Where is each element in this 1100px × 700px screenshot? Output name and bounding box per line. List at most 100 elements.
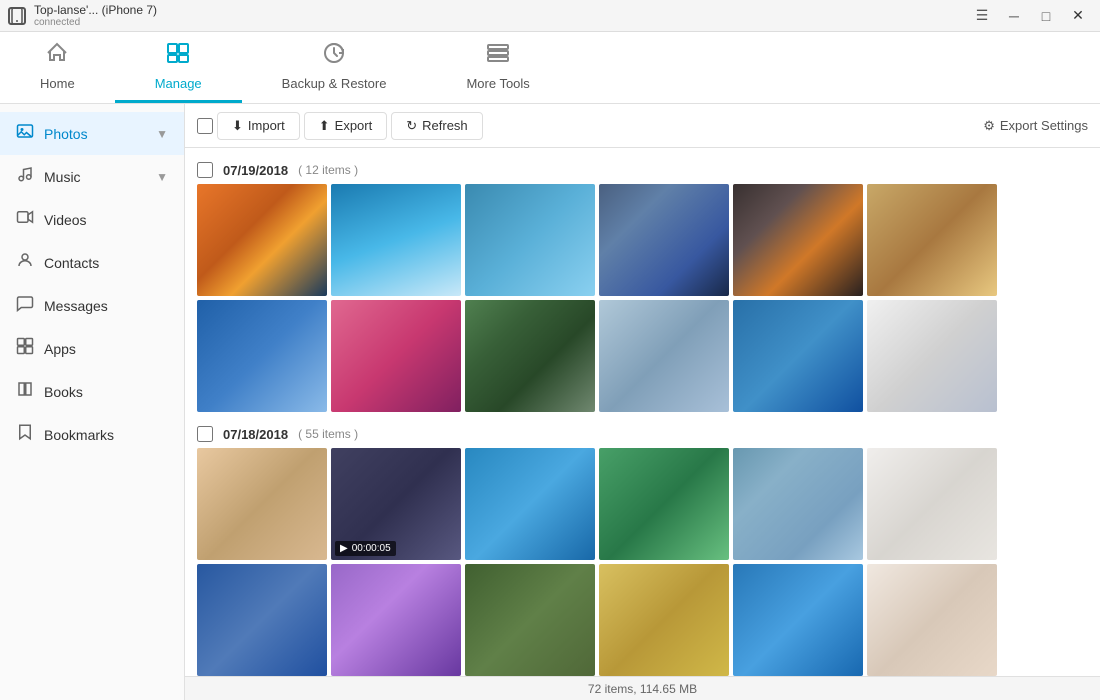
import-button[interactable]: ⬇ Import [217, 112, 300, 140]
photos-arrow-icon: ▼ [156, 127, 168, 141]
sidebar-books-label: Books [44, 384, 83, 400]
sidebar-item-contacts[interactable]: Contacts [0, 241, 184, 284]
toolbar: ⬇ Import ⬆ Export ↻ Refresh ⚙ Export Set… [185, 104, 1100, 148]
date-header-0719: 07/19/2018 ( 12 items ) [185, 156, 1100, 184]
manage-icon [166, 41, 190, 72]
refresh-icon: ↻ [406, 118, 417, 134]
refresh-button[interactable]: ↻ Refresh [391, 112, 482, 140]
date-label-0719: 07/19/2018 [223, 163, 288, 178]
export-settings-button[interactable]: ⚙ Export Settings [983, 118, 1088, 134]
sidebar-item-books[interactable]: Books [0, 370, 184, 413]
bookmarks-icon [16, 423, 34, 446]
close-button[interactable]: ✕ [1064, 5, 1092, 27]
nav-home-label: Home [40, 76, 75, 91]
status-bar: 72 items, 114.65 MB [185, 676, 1100, 700]
device-status: connected [34, 17, 157, 28]
nav-manage[interactable]: Manage [115, 32, 242, 103]
video-play-icon: ▶ [340, 543, 348, 554]
photo-thumb[interactable] [733, 300, 863, 412]
export-button[interactable]: ⬆ Export [304, 112, 387, 140]
photo-thumb[interactable] [197, 300, 327, 412]
export-icon: ⬆ [319, 118, 330, 134]
photo-thumb[interactable] [599, 184, 729, 296]
nav-home[interactable]: Home [0, 32, 115, 103]
main-content: Photos ▼ Music ▼ Videos Contacts [0, 104, 1100, 700]
date-select-checkbox-0719[interactable] [197, 162, 213, 178]
photo-thumb[interactable] [867, 448, 997, 560]
select-all-checkbox[interactable] [197, 118, 213, 134]
sidebar-item-bookmarks[interactable]: Bookmarks [0, 413, 184, 456]
photo-thumb[interactable] [465, 448, 595, 560]
photo-thumb[interactable] [733, 564, 863, 676]
sidebar-contacts-label: Contacts [44, 255, 99, 271]
photo-thumb[interactable] [867, 300, 997, 412]
sidebar-item-music[interactable]: Music ▼ [0, 155, 184, 198]
nav-bar: Home Manage Backup & Restore More Tools [0, 32, 1100, 104]
photo-thumb[interactable] [599, 448, 729, 560]
photo-thumb[interactable] [197, 448, 327, 560]
sidebar-music-label: Music [44, 169, 81, 185]
photo-thumb[interactable] [733, 184, 863, 296]
music-icon [16, 165, 34, 188]
photo-thumb[interactable] [197, 564, 327, 676]
sidebar-item-photos[interactable]: Photos ▼ [0, 112, 184, 155]
photo-grid-0718: ▶ 00:00:05 [185, 448, 1100, 676]
nav-backup-label: Backup & Restore [282, 76, 387, 91]
photo-thumb[interactable] [733, 448, 863, 560]
backup-icon [322, 41, 346, 72]
messages-icon [16, 294, 34, 317]
export-label: Export [335, 118, 373, 133]
nav-backup[interactable]: Backup & Restore [242, 32, 427, 103]
date-count-0718: ( 55 items ) [298, 427, 358, 441]
sidebar-messages-label: Messages [44, 298, 108, 314]
title-bar-controls: ☰ ─ □ ✕ [968, 5, 1092, 27]
status-text: 72 items, 114.65 MB [588, 682, 697, 696]
apps-icon [16, 337, 34, 360]
device-name: Top-lanse'... (iPhone 7) [34, 3, 157, 17]
photo-thumb[interactable] [599, 300, 729, 412]
tools-icon [486, 41, 510, 72]
content-area: ⬇ Import ⬆ Export ↻ Refresh ⚙ Export Set… [185, 104, 1100, 700]
device-info: Top-lanse'... (iPhone 7) connected [34, 3, 157, 28]
date-section-0718: 07/18/2018 ( 55 items ) ▶ 00:00:05 [185, 420, 1100, 676]
export-settings-label: Export Settings [1000, 118, 1088, 133]
date-label-0718: 07/18/2018 [223, 427, 288, 442]
home-icon [45, 41, 69, 72]
sidebar-item-apps[interactable]: Apps [0, 327, 184, 370]
photo-thumb[interactable] [465, 184, 595, 296]
sidebar-item-videos[interactable]: Videos [0, 198, 184, 241]
photo-area: 07/19/2018 ( 12 items ) [185, 148, 1100, 676]
photo-thumb[interactable] [867, 564, 997, 676]
photo-thumb[interactable] [465, 300, 595, 412]
photo-thumb[interactable] [331, 184, 461, 296]
photo-thumb[interactable] [465, 564, 595, 676]
date-count-0719: ( 12 items ) [298, 163, 358, 177]
photos-icon [16, 122, 34, 145]
sidebar-bookmarks-label: Bookmarks [44, 427, 114, 443]
photo-thumb[interactable] [197, 184, 327, 296]
video-duration-badge: ▶ 00:00:05 [335, 541, 396, 556]
settings-gear-icon: ⚙ [983, 118, 995, 134]
photo-thumb[interactable]: ▶ 00:00:05 [331, 448, 461, 560]
music-arrow-icon: ▼ [156, 170, 168, 184]
nav-tools[interactable]: More Tools [426, 32, 569, 103]
contacts-icon [16, 251, 34, 274]
photo-thumb[interactable] [331, 300, 461, 412]
photo-thumb[interactable] [867, 184, 997, 296]
import-icon: ⬇ [232, 118, 243, 134]
date-select-checkbox-0718[interactable] [197, 426, 213, 442]
menu-button[interactable]: ☰ [968, 5, 996, 27]
sidebar: Photos ▼ Music ▼ Videos Contacts [0, 104, 185, 700]
title-bar-left: Top-lanse'... (iPhone 7) connected [8, 3, 157, 28]
books-icon [16, 380, 34, 403]
maximize-button[interactable]: □ [1032, 5, 1060, 27]
device-icon [8, 7, 26, 25]
minimize-button[interactable]: ─ [1000, 5, 1028, 27]
photo-thumb[interactable] [331, 564, 461, 676]
photo-grid-0719 [185, 184, 1100, 412]
photo-thumb[interactable] [599, 564, 729, 676]
refresh-label: Refresh [422, 118, 468, 133]
sidebar-item-messages[interactable]: Messages [0, 284, 184, 327]
sidebar-videos-label: Videos [44, 212, 87, 228]
sidebar-photos-label: Photos [44, 126, 88, 142]
